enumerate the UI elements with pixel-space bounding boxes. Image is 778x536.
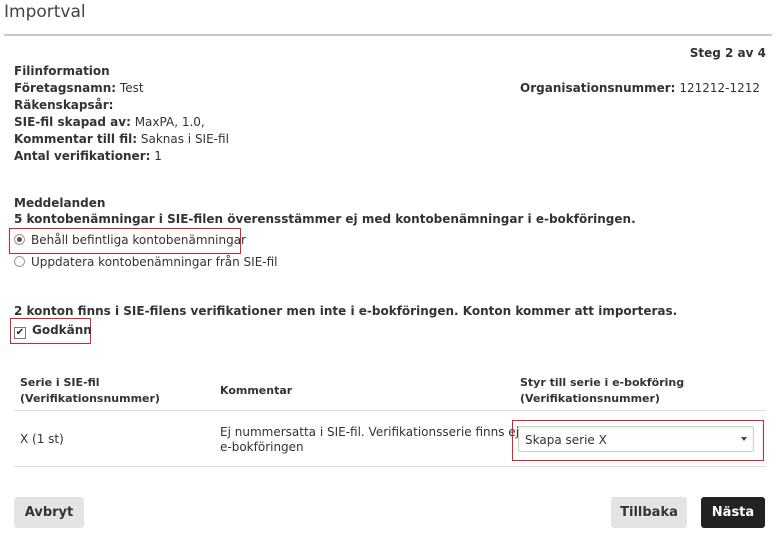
approve-checkbox[interactable]: ✔ Godkänn (14, 323, 92, 339)
approve-label: Godkänn (32, 323, 92, 337)
radio-update-label: Uppdatera kontobenämningar från SIE-fil (31, 255, 278, 269)
radio-unselected-icon[interactable] (14, 256, 25, 267)
cancel-button[interactable]: Avbryt (14, 497, 84, 528)
chevron-down-icon[interactable] (741, 437, 747, 441)
comment-value: Saknas i SIE-fil (140, 132, 229, 146)
org-number-row: Organisationsnummer: 121212-1212 (520, 81, 760, 95)
created-by-row: SIE-fil skapad av: MaxPA, 1.0, (14, 115, 205, 129)
step-indicator: Steg 2 av 4 (689, 46, 766, 60)
accounts-notice: 2 konton finns i SIE-filens verifikation… (14, 304, 678, 318)
checkmark-icon[interactable]: ✔ (14, 327, 26, 339)
header-target-line2: (Verifikationsnummer) (520, 392, 660, 405)
table-header-series: Serie i SIE-fil (Verifikationsnummer) (20, 375, 160, 407)
verifications-value: 1 (154, 149, 162, 163)
comment-line2: e-bokföringen (220, 440, 304, 454)
comment-row: Kommentar till fil: Saknas i SIE-fil (14, 132, 229, 146)
fiscal-year-label: Räkenskapsår: (14, 98, 114, 112)
org-number-label: Organisationsnummer: (520, 81, 676, 95)
page-title: Importval (4, 2, 86, 22)
header-series-line2: (Verifikationsnummer) (20, 392, 160, 405)
table-header-comment: Kommentar (220, 384, 293, 397)
verifications-label: Antal verifikationer: (14, 149, 151, 163)
messages-heading: Meddelanden (14, 196, 106, 210)
next-button[interactable]: Nästa (701, 497, 765, 528)
radio-keep-label: Behåll befintliga kontobenämningar (31, 233, 246, 247)
company-value: Test (119, 81, 144, 95)
comment-label: Kommentar till fil: (14, 132, 138, 146)
account-names-notice: 5 kontobenämningar i SIE-filen överensst… (14, 212, 636, 226)
series-cell: X (1 st) (20, 432, 64, 446)
back-button[interactable]: Tillbaka (611, 497, 687, 528)
radio-update-names[interactable]: Uppdatera kontobenämningar från SIE-fil (14, 255, 278, 269)
comment-line1: Ej nummersatta i SIE-fil. Verifikationss… (220, 425, 527, 439)
target-series-value: Skapa serie X (525, 433, 607, 447)
radio-keep-names[interactable]: Behåll befintliga kontobenämningar (14, 233, 246, 247)
title-divider (4, 34, 772, 36)
comment-cell: Ej nummersatta i SIE-fil. Verifikationss… (220, 425, 526, 455)
header-target-line1: Styr till serie i e-bokföring (520, 376, 685, 389)
table-header-target: Styr till serie i e-bokföring (Verifikat… (520, 375, 684, 407)
table-row-divider (14, 466, 766, 467)
org-number-value: 121212-1212 (679, 81, 760, 95)
table-header-divider (14, 410, 766, 411)
header-series-line1: Serie i SIE-fil (20, 376, 100, 389)
radio-selected-icon[interactable] (14, 234, 25, 245)
created-by-label: SIE-fil skapad av: (14, 115, 131, 129)
target-series-select[interactable]: Skapa serie X (518, 426, 754, 452)
created-by-value: MaxPA, 1.0, (134, 115, 205, 129)
company-label: Företagsnamn: (14, 81, 117, 95)
company-row: Företagsnamn: Test (14, 81, 144, 95)
file-info-heading: Filinformation (14, 64, 110, 78)
verifications-row: Antal verifikationer: 1 (14, 149, 162, 163)
